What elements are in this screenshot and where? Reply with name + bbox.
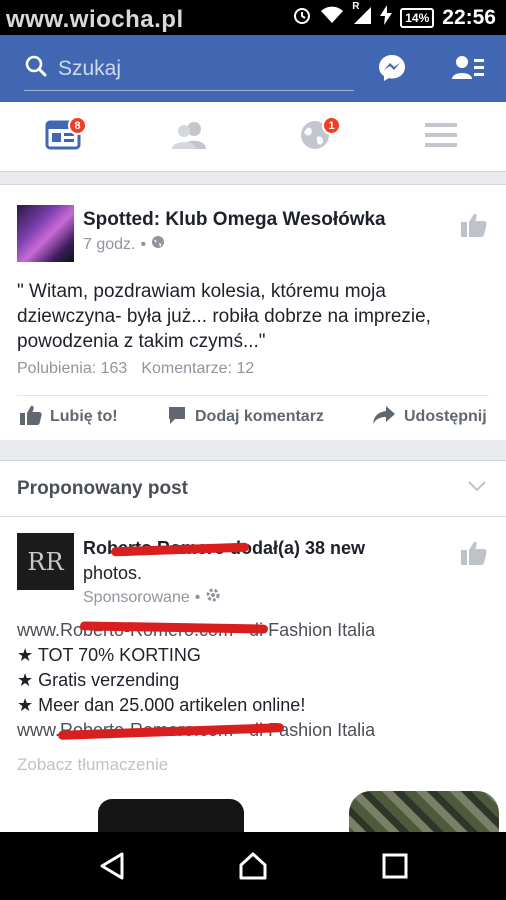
gear-icon[interactable] [205,587,221,608]
tab-menu[interactable] [378,102,504,172]
ad-text-line: ★ TOT 70% KORTING [17,645,201,665]
sponsored-label: Sponsorowane [83,588,190,606]
comment-icon [167,405,187,430]
clock: 22:56 [442,5,496,29]
home-icon[interactable] [238,851,268,881]
battery-indicator: 14% [400,7,435,28]
alarm-icon [292,5,312,30]
system-nav-bar [0,832,506,900]
search-placeholder: Szukaj [58,56,122,80]
post-text: " Witam, pozdrawiam kolesia, któremu moj… [17,281,431,352]
news-feed-badge: 8 [68,116,87,135]
messenger-icon[interactable] [377,53,407,83]
suggested-title: Proponowany post [17,478,188,499]
see-translation-link[interactable]: Zobacz tłumaczenie [17,755,168,775]
share-icon [372,405,396,430]
comments-count[interactable]: Komentarze: 12 [141,360,254,378]
share-button[interactable]: Udostępnij [372,405,487,430]
watermark: www.wiocha.pl [6,6,184,33]
advertiser-name-line-2: photos. [83,563,143,583]
network-label: R [352,1,360,12]
like-thumb-icon[interactable] [460,211,488,239]
status-bar: www.wiocha.pl R 14% 22:56 [0,0,506,35]
feed-post: Spotted: Klub Omega Wesołówka 7 godz. • … [0,184,506,440]
ad-text-line: ★ Meer dan 25.000 artikelen online! [17,695,306,715]
wifi-icon [320,5,344,30]
share-label: Udostępnij [404,408,487,425]
tab-notifications[interactable]: 1 [252,102,378,172]
divider [17,395,489,396]
divider [0,516,506,517]
globe-privacy-icon [151,235,165,254]
ad-text-line: ★ Gratis verzending [17,670,180,690]
comment-button[interactable]: Dodaj komentarz [167,405,324,430]
recents-icon[interactable] [380,851,410,881]
like-button[interactable]: Lubię to! [20,405,118,430]
search-icon [24,54,48,83]
like-label: Lubię to! [50,408,118,425]
comment-label: Dodaj komentarz [195,408,324,425]
friends-icon [171,121,207,154]
suggested-post: Proponowany post RR Roberto Romero dodał… [0,460,506,839]
page-name[interactable]: Spotted: Klub Omega Wesołówka [83,209,386,231]
contacts-icon[interactable] [452,53,484,83]
notifications-badge: 1 [322,116,341,135]
menu-icon [425,122,457,153]
signal-icon: R [352,1,372,30]
tab-friends[interactable] [126,102,252,172]
back-icon[interactable] [98,851,128,881]
page-avatar[interactable] [17,205,74,262]
likes-count[interactable]: Polubienia: 163 [17,360,127,378]
search-input[interactable]: Szukaj [24,47,354,91]
tab-news-feed[interactable]: 8 [0,102,126,172]
chevron-down-icon[interactable] [468,479,486,497]
advertiser-logo[interactable]: RR [17,533,74,590]
like-thumb-icon[interactable] [460,539,488,567]
tab-bar: 8 1 [0,102,506,172]
post-time[interactable]: 7 godz. [83,236,135,254]
charging-icon [380,5,393,30]
like-icon [20,405,42,430]
app-bar: Szukaj [0,35,506,102]
